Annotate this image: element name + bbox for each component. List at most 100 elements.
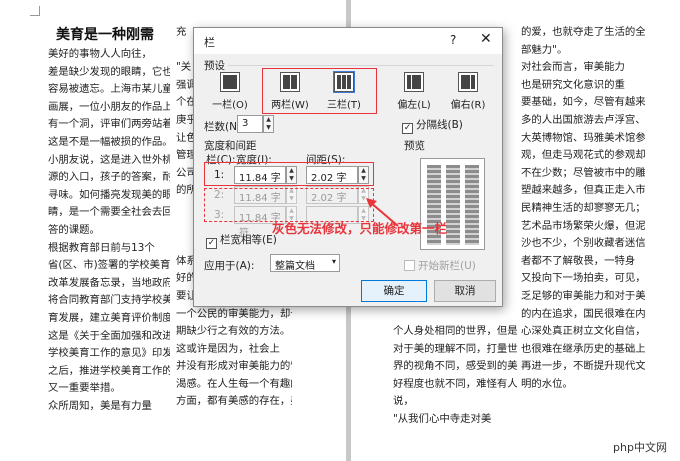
document-text-line: 乏足够的审美能力和对于美 xyxy=(521,289,645,302)
document-text-line: 明的水位。 xyxy=(521,377,573,390)
document-text-line: 小朋友说，这是进入世外桃 xyxy=(48,153,170,166)
document-text-line: 一个公民的审美能力，却长 xyxy=(176,307,292,320)
cancel-button[interactable]: 取消 xyxy=(434,280,496,302)
one-column-icon xyxy=(220,72,240,92)
document-text-line: 对于美的理解不同，打量世 xyxy=(393,342,518,355)
preset-right-column[interactable]: 偏右(R) xyxy=(444,72,492,116)
document-text-line: 睛，是一个需要全社会去回 xyxy=(48,206,170,219)
separator-checkbox[interactable]: ✓ 分隔线(B) xyxy=(402,117,463,134)
highlight-box-presets xyxy=(262,68,377,114)
document-text-line: 众所周知，美是有力量 xyxy=(48,399,152,412)
chevron-down-icon: ▾ xyxy=(331,257,336,266)
equal-width-label: 栏宽相等(E) xyxy=(220,234,277,246)
document-text-line xyxy=(393,306,518,324)
preview-column xyxy=(446,165,460,245)
document-column-4: 的爱，也就夺走了生活的全 部魅力"。对社会而言，审美能力 也是研究文化意识的重要基础… xyxy=(521,4,645,461)
crop-mark xyxy=(30,6,40,16)
document-text-line: 沙也不少，个别收藏者迷信 xyxy=(521,237,645,250)
preview-column xyxy=(465,165,479,245)
new-column-checkbox[interactable]: 开始新栏(U) xyxy=(404,258,476,273)
document-text-line: 对社会而言，审美能力 xyxy=(521,61,625,74)
new-column-label: 开始新栏(U) xyxy=(418,260,476,272)
columns-count-input[interactable]: 3 xyxy=(237,115,263,133)
document-text-line: 心深处真正树立文化自信， xyxy=(521,325,645,338)
document-text-line: 省(区、市)签署的学校美育 xyxy=(48,259,170,272)
document-text-line: 源的入口，孩子的答案，耐人 xyxy=(48,171,170,184)
document-text-line: 根据教育部日前与13个 xyxy=(48,241,155,254)
equal-width-check-box[interactable]: ✓ xyxy=(206,238,217,249)
group-divider xyxy=(228,65,494,66)
document-text-line: 不在少数；尽管被市中的雕 xyxy=(521,166,645,179)
apply-to-select[interactable]: 整篇文档 ▾ xyxy=(270,254,340,272)
document-text-line: 改革发展备忘录，当地政府 xyxy=(48,276,170,289)
preview-label: 预览 xyxy=(404,140,425,152)
separator-check-box[interactable]: ✓ xyxy=(402,123,413,134)
document-text-line: 也很难在继承历史的基础上 xyxy=(521,342,645,355)
document-text-line: 差是缺少发现的眼睛，它也 xyxy=(48,65,170,78)
document-text-line: 育发展，建立美育评价制度。 xyxy=(48,311,170,324)
dialog-title: 栏 xyxy=(204,36,215,49)
document-text-line: 学校美育工作的意见》印发 xyxy=(48,347,170,360)
watermark-logo: php中文网 xyxy=(606,438,674,458)
right-column-icon xyxy=(458,72,478,92)
document-text-line: 好程度也就不同，难怪有人 xyxy=(393,377,518,390)
width-spacing-label: 宽度和间距 xyxy=(204,140,257,152)
preset-label: 预设 xyxy=(204,60,225,72)
dialog-titlebar: 栏 ? ✕ xyxy=(194,28,502,54)
document-text-line: 答的课题。 xyxy=(48,223,100,236)
document-text-line: 界的视角不同，感受到的美 xyxy=(393,360,518,373)
document-text-line: 也是研究文化意识的重 xyxy=(521,78,625,91)
left-column-icon xyxy=(404,72,424,92)
document-text-line: 说， xyxy=(393,395,414,408)
highlight-box-row-1 xyxy=(204,162,374,186)
document-text-line: 容易被遗忘。上海市某儿童 xyxy=(48,83,170,96)
ok-button[interactable]: 确定 xyxy=(361,280,427,302)
document-text-line: 这是不是一幅被损的作品。 xyxy=(48,135,170,148)
document-text-line: 又一重要举措。 xyxy=(48,382,121,395)
highlight-box-disabled-rows xyxy=(204,188,374,222)
columns-count-spinner[interactable]: ▲ ▼ xyxy=(263,115,274,133)
document-text-line: 的爱，也就夺走了生活的全 xyxy=(521,26,645,38)
document-text-line: 多的人出国旅游去卢浮宫、 xyxy=(521,113,645,126)
document-text-line: 这是《关于全面加强和改进 xyxy=(48,329,170,342)
preset-one-column[interactable]: 一栏(O) xyxy=(206,72,254,116)
document-text-line: 者都不了解敬畏，一特身 xyxy=(521,254,636,267)
document-text-line: 期缺少行之有效的方法。 xyxy=(176,325,291,338)
apply-to-label: 应用于(A): xyxy=(204,260,255,272)
document-text-line: 将合同教育部门支持学校美 xyxy=(48,294,170,307)
preset-label: 一栏(O) xyxy=(212,100,248,111)
document-text-line: 民精神生活的却寥寥无几； xyxy=(521,201,645,214)
document-text-line: 大英博物馆、玛雅美术馆参 xyxy=(521,131,645,144)
help-button[interactable]: ? xyxy=(450,33,456,47)
document-text-line: 画展，一位小朋友的作品上 xyxy=(48,100,170,113)
equal-width-checkbox[interactable]: ✓ 栏宽相等(E) xyxy=(206,232,277,249)
document-text-line: 的内在追求，国民很难在内 xyxy=(521,307,645,320)
document-text-line: 之后，推进学校美育工作的 xyxy=(48,364,170,377)
document-title: 美育是一种刚需 xyxy=(56,27,154,43)
document-text-line: 又投向下一场拍卖，可见，缺 xyxy=(521,272,645,285)
document-text-line: 塑越来越多，但真正走入市 xyxy=(521,184,645,197)
document-text-line: 有一个洞，评审们两旁站着， xyxy=(48,118,170,131)
close-button[interactable]: ✕ xyxy=(480,31,492,47)
document-text-line: 观，但走马观花式的参观却 xyxy=(521,149,645,162)
preset-label: 偏左(L) xyxy=(397,100,431,111)
document-text-line: 并没有形成对审美能力的饥 xyxy=(176,360,292,373)
separator-label: 分隔线(B) xyxy=(416,119,463,131)
document-text-line: 渴感。在人生每一个有趣的 xyxy=(176,377,292,390)
new-column-check-box[interactable] xyxy=(404,260,415,271)
document-text-line: "从我们心中寺走对美 xyxy=(393,413,492,426)
document-text-line: 这或许是因为，社会上 xyxy=(176,342,280,355)
preset-left-column[interactable]: 偏左(L) xyxy=(390,72,438,116)
document-text-line: 方面，都有美感的存在，美术 xyxy=(176,395,292,408)
document-text-line: 寻味。如何播亮发现美的眼 xyxy=(48,188,170,201)
apply-to-value: 整篇文档 xyxy=(275,261,315,272)
document-text-line: 再进一步，不断提升现代文 xyxy=(521,360,645,373)
preset-label: 偏右(R) xyxy=(450,100,486,111)
document-text-line: 美好的事物人人向往， xyxy=(48,48,152,60)
annotation-text: 灰色无法修改，只能修改第一栏 xyxy=(272,221,448,236)
document-column-1: 美育是一种刚需 美好的事物人人向往， 差是缺少发现的眼睛，它也 容易被遗忘。上海市某… xyxy=(48,4,170,461)
document-text-line: 部魅力"。 xyxy=(521,43,568,56)
document-text-line: 个人身处相同的世界，但是 xyxy=(393,325,518,338)
document-text-line: 艺术品市场繁荣火爆，但泥 xyxy=(521,219,645,232)
document-text-line: 要基础，如今，尽管有越来越 xyxy=(521,96,645,109)
